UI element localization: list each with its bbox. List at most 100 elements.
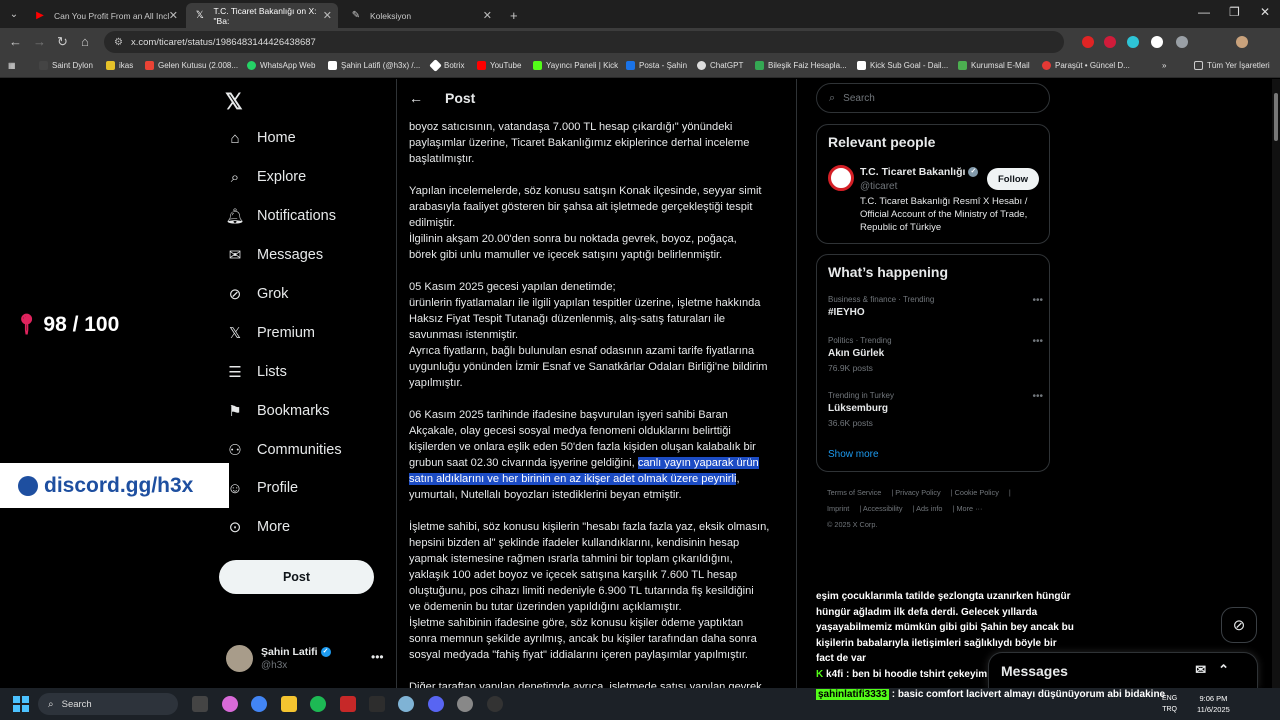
footer-link[interactable]: Terms of Service — [827, 488, 881, 497]
more-dots-icon[interactable]: ••• — [1032, 336, 1043, 347]
extensions-puzzle-icon[interactable] — [1176, 36, 1188, 48]
footer-link[interactable]: More ··· — [956, 504, 982, 513]
nav-communities[interactable]: ⚇ Communities — [226, 441, 341, 459]
chrome-icon[interactable] — [251, 696, 267, 712]
trend-item[interactable]: Business & finance · Trending #IEYHO ••• — [828, 295, 1043, 318]
nav-messages[interactable]: ✉ Messages — [226, 246, 323, 264]
nav-home[interactable]: ⌂ Home — [226, 129, 295, 147]
follow-button[interactable]: Follow — [987, 168, 1039, 190]
account-switcher[interactable]: Şahin Latifi ✓ @h3x ••• — [226, 643, 386, 679]
bookmark-item[interactable]: ChatGPT — [697, 61, 743, 70]
tab-close-icon[interactable]: ✕ — [323, 9, 332, 22]
bookmark-item[interactable]: YouTube — [477, 61, 521, 70]
bookmark-item[interactable]: Kurumsal E-Mail — [958, 61, 1030, 70]
search-icon: ⌕ — [829, 91, 836, 104]
profile-name[interactable]: T.C. Ticaret Bakanlığı — [860, 166, 965, 178]
copilot-icon[interactable] — [222, 696, 238, 712]
extension-icon[interactable] — [1104, 36, 1116, 48]
profile-handle[interactable]: @ticaret — [860, 181, 897, 192]
task-view-icon[interactable] — [192, 696, 208, 712]
file-explorer-icon[interactable] — [281, 696, 297, 712]
minimize-icon[interactable]: — — [1198, 5, 1210, 19]
x-logo-icon[interactable]: 𝕏 — [225, 89, 243, 115]
page-scrollbar[interactable] — [1272, 79, 1280, 688]
nav-profile[interactable]: ☺ Profile — [226, 479, 298, 497]
app-icon[interactable] — [398, 696, 414, 712]
footer-link[interactable]: Privacy Policy — [895, 488, 940, 497]
trend-item[interactable]: Politics · Trending Akın Gürlek 76.9K po… — [828, 336, 1043, 373]
bookmark-item[interactable]: Paraşüt • Güncel D... — [1042, 61, 1130, 70]
tab-3[interactable]: ✎ Koleksiyon ✕ — [342, 3, 498, 28]
more-dots-icon[interactable]: ••• — [1032, 295, 1043, 306]
all-bookmarks[interactable]: Tüm Yer İşaretleri — [1194, 61, 1270, 70]
bookmark-item[interactable]: Botrix — [429, 59, 464, 72]
bookmark-item[interactable]: Bileşik Faiz Hesapla... — [755, 61, 847, 70]
obs-icon[interactable] — [487, 696, 503, 712]
back-arrow-icon[interactable]: ← — [409, 90, 423, 106]
forward-icon[interactable]: → — [33, 34, 46, 49]
app-icon[interactable] — [369, 696, 385, 712]
discord-icon[interactable] — [428, 696, 444, 712]
apps-grid-icon[interactable]: ▦ — [8, 61, 16, 70]
bookmark-item[interactable]: Posta - Şahin — [626, 61, 687, 70]
extension-icon[interactable] — [1082, 36, 1094, 48]
bookmark-item[interactable]: Saint Dylon — [39, 61, 93, 70]
bookmark-item[interactable]: Kick Sub Goal - Dail... — [857, 61, 948, 70]
clock[interactable]: 9:06 PM 11/6/2025 — [1197, 693, 1230, 715]
tab-close-icon[interactable]: ✕ — [483, 9, 492, 22]
stream-chat-message: K k4fi : ben bi hoodie tshirt çekeyim — [816, 669, 988, 680]
compose-expand-icons[interactable]: ✉⌃ — [1195, 662, 1241, 678]
tab-2[interactable]: 𝕏 T.C. Ticaret Bakanlığı on X: "Ba: ✕ — [186, 3, 338, 28]
extension-icon[interactable] — [1151, 36, 1163, 48]
reload-icon[interactable]: ↻ — [57, 34, 68, 50]
post-paragraph: Diğer taraftan yapılan denetimde ayrıca,… — [409, 681, 765, 688]
new-tab-button[interactable]: + — [502, 3, 522, 28]
bookmark-item[interactable]: ikas — [106, 61, 133, 70]
settings-icon[interactable] — [457, 696, 473, 712]
spotify-icon[interactable] — [310, 696, 326, 712]
back-icon[interactable]: ← — [9, 34, 22, 49]
profile-avatar-icon[interactable] — [1236, 36, 1248, 48]
footer-link[interactable]: Cookie Policy — [955, 488, 999, 497]
bookmark-item[interactable]: Gelen Kutusu (2.008... — [145, 61, 238, 70]
bookmark-item[interactable]: Yayıncı Paneli | Kick — [533, 61, 618, 70]
nav-bookmarks[interactable]: ⚑ Bookmarks — [226, 402, 329, 420]
search-input[interactable]: ⌕ Search — [816, 83, 1050, 113]
home-icon[interactable]: ⌂ — [81, 34, 89, 49]
nav-explore[interactable]: ⌕ Explore — [226, 168, 306, 186]
tab-close-icon[interactable]: ✕ — [169, 9, 178, 22]
close-window-icon[interactable]: ✕ — [1260, 5, 1270, 19]
footer-link[interactable]: Accessibility — [863, 504, 903, 513]
avatar[interactable] — [828, 165, 854, 191]
windows-start-icon[interactable] — [13, 696, 29, 712]
nav-notifications[interactable]: 🔔︎ Notifications — [225, 207, 336, 225]
footer-link[interactable]: Imprint — [827, 504, 849, 513]
more-dots-icon[interactable]: ••• — [1032, 391, 1043, 402]
post-button[interactable]: Post — [219, 560, 374, 594]
language-indicator[interactable]: ENG TRQ — [1162, 693, 1177, 715]
nav-grok[interactable]: ⊘ Grok — [226, 285, 289, 303]
more-circle-icon: ⊙ — [228, 519, 242, 536]
grok-fab-icon[interactable]: ⊘ — [1221, 607, 1257, 643]
people-icon: ⚇ — [228, 442, 242, 459]
site-info-icon[interactable]: ⚙ — [114, 37, 123, 48]
bookmark-item[interactable]: WhatsApp Web — [247, 61, 315, 70]
nav-premium[interactable]: 𝕏 Premium — [226, 324, 315, 342]
stream-chat-message: şahinlatifi3333 : basic comfort lacivert… — [816, 689, 1166, 700]
tab-1[interactable]: ▶ Can You Profit From an All Incl ✕ — [26, 3, 184, 28]
trend-item[interactable]: Trending in Turkey Lüksemburg 36.6K post… — [828, 391, 1043, 428]
bookmarks-overflow-icon[interactable]: » — [1162, 61, 1166, 70]
show-more-link[interactable]: Show more — [828, 449, 879, 460]
messages-drawer[interactable]: Messages ✉⌃ — [988, 652, 1258, 688]
app-icon[interactable] — [340, 696, 356, 712]
avatar — [226, 645, 253, 672]
bookmark-item[interactable]: Şahin Latifi (@h3x) /... — [328, 61, 420, 70]
url-field[interactable]: ⚙ x.com/ticaret/status/19864831444264386… — [104, 31, 1064, 53]
nav-more[interactable]: ⊙ More — [226, 518, 290, 536]
taskbar-search[interactable]: ⌕ Search — [38, 693, 178, 715]
tab-search-icon[interactable]: ⌄ — [6, 6, 22, 22]
maximize-icon[interactable]: ❐ — [1229, 5, 1240, 19]
footer-link[interactable]: Ads info — [916, 504, 942, 513]
extension-icon[interactable] — [1127, 36, 1139, 48]
nav-lists[interactable]: ☰ Lists — [226, 363, 287, 381]
